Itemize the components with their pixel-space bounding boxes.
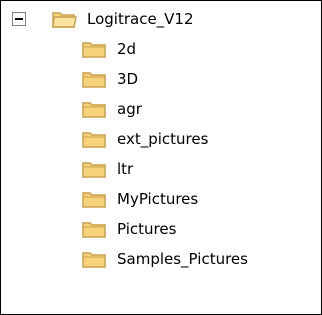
folder-tree: Logitrace_V12 2d 3D agr ext_pictures ltr… (1, 1, 321, 314)
collapse-toggle-icon[interactable] (12, 12, 26, 26)
tree-node-label: 2d (117, 40, 137, 58)
tree-node-3d[interactable]: 3D (81, 64, 138, 94)
tree-node-label: Samples_Pictures (117, 250, 248, 268)
tree-node-label: ltr (117, 160, 134, 178)
folder-icon (82, 222, 106, 238)
tree-node-samples-pictures[interactable]: Samples_Pictures (81, 244, 248, 274)
tree-node-ext-pictures[interactable]: ext_pictures (81, 124, 208, 154)
tree-node-label: MyPictures (117, 190, 199, 208)
tree-node-ltr[interactable]: ltr (81, 154, 133, 184)
tree-node-root[interactable]: Logitrace_V12 (51, 4, 194, 34)
tree-node-pictures[interactable]: Pictures (81, 214, 176, 244)
folder-icon (82, 42, 106, 58)
folder-icon (82, 72, 106, 88)
tree-node-agr[interactable]: agr (81, 94, 142, 124)
folder-icon (82, 132, 106, 148)
tree-node-2d[interactable]: 2d (81, 34, 136, 64)
tree-node-label: Pictures (117, 220, 177, 238)
folder-icon (82, 102, 106, 118)
tree-node-label: Logitrace_V12 (87, 10, 194, 28)
folder-tree-panel: Logitrace_V12 2d 3D agr ext_pictures ltr… (0, 0, 322, 315)
folder-icon (82, 162, 106, 178)
folder-icon (82, 192, 106, 208)
folder-open-icon (52, 12, 77, 28)
tree-node-mypictures[interactable]: MyPictures (81, 184, 198, 214)
folder-icon (82, 252, 106, 268)
tree-node-label: ext_pictures (117, 130, 209, 148)
tree-node-label: 3D (117, 70, 139, 88)
tree-node-label: agr (117, 100, 142, 118)
